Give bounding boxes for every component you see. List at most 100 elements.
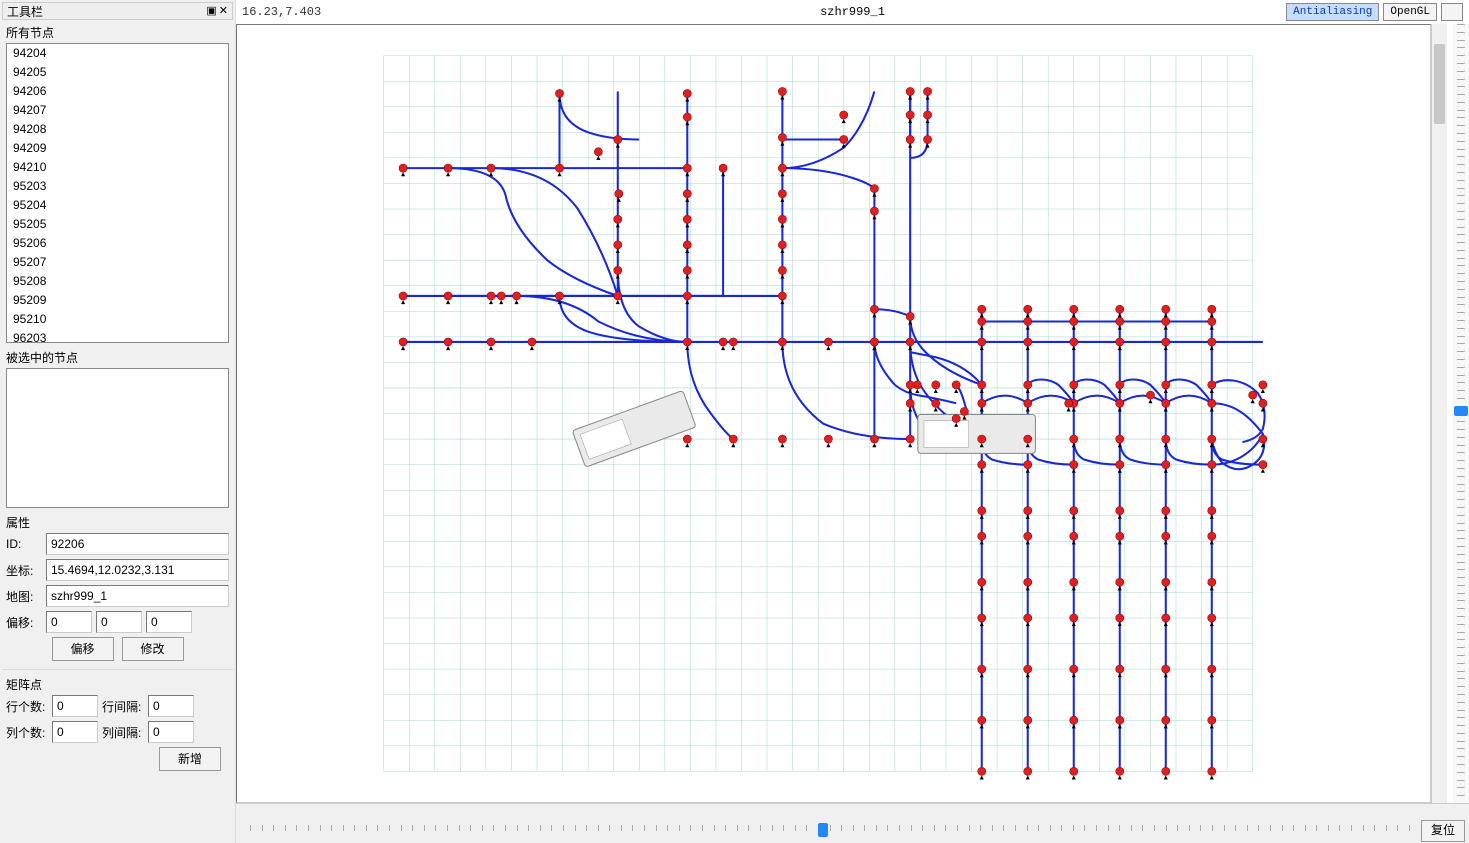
map-node[interactable]	[978, 532, 986, 540]
map-node[interactable]	[1070, 507, 1078, 515]
modify-button[interactable]: 修改	[122, 637, 184, 661]
map-node[interactable]	[906, 381, 914, 389]
map-node[interactable]	[1116, 317, 1124, 325]
row-count-input[interactable]	[52, 695, 98, 717]
map-node[interactable]	[729, 338, 737, 346]
node-list[interactable]: 9420494205942069420794208942099421095203…	[6, 43, 229, 343]
map-node[interactable]	[1024, 767, 1032, 775]
map-node[interactable]	[932, 381, 940, 389]
map-node[interactable]	[1116, 461, 1124, 469]
map-node[interactable]	[1208, 399, 1216, 407]
map-node[interactable]	[614, 241, 622, 249]
map-node[interactable]	[399, 338, 407, 346]
map-node[interactable]	[870, 207, 878, 215]
node-list-item[interactable]: 94208	[7, 120, 228, 139]
map-node[interactable]	[719, 164, 727, 172]
map-node[interactable]	[1208, 338, 1216, 346]
map-input[interactable]	[46, 585, 229, 607]
map-node[interactable]	[1024, 614, 1032, 622]
map-node[interactable]	[1024, 317, 1032, 325]
map-node[interactable]	[1116, 338, 1124, 346]
close-icon[interactable]: ✕	[219, 6, 228, 17]
node-list-item[interactable]: 94205	[7, 63, 228, 82]
map-node[interactable]	[487, 292, 495, 300]
node-list-item[interactable]: 95209	[7, 291, 228, 310]
map-node[interactable]	[487, 338, 495, 346]
node-list-item[interactable]: 94207	[7, 101, 228, 120]
map-node[interactable]	[1162, 305, 1170, 313]
add-button[interactable]: 新增	[159, 747, 221, 771]
map-node[interactable]	[1116, 305, 1124, 313]
map-node[interactable]	[719, 338, 727, 346]
map-node[interactable]	[1208, 767, 1216, 775]
map-node[interactable]	[1070, 381, 1078, 389]
map-node[interactable]	[978, 435, 986, 443]
map-node[interactable]	[1208, 578, 1216, 586]
map-node[interactable]	[906, 435, 914, 443]
map-node[interactable]	[1024, 381, 1032, 389]
map-node[interactable]	[594, 148, 602, 156]
map-node[interactable]	[978, 716, 986, 724]
map-node[interactable]	[870, 305, 878, 313]
map-node[interactable]	[824, 338, 832, 346]
map-node[interactable]	[1070, 338, 1078, 346]
vertical-scrollbar[interactable]	[1431, 24, 1447, 803]
map-node[interactable]	[1208, 305, 1216, 313]
map-node[interactable]	[778, 215, 786, 223]
coord-input[interactable]	[46, 559, 229, 581]
map-node[interactable]	[1024, 435, 1032, 443]
map-node[interactable]	[1116, 716, 1124, 724]
node-list-item[interactable]: 94209	[7, 139, 228, 158]
horizontal-scrollbar[interactable]	[236, 803, 1469, 819]
map-node[interactable]	[1162, 614, 1170, 622]
offset-y-input[interactable]	[96, 611, 142, 633]
map-node[interactable]	[952, 415, 960, 423]
map-node[interactable]	[1116, 578, 1124, 586]
map-node[interactable]	[778, 190, 786, 198]
map-node[interactable]	[444, 338, 452, 346]
map-node[interactable]	[399, 164, 407, 172]
map-node[interactable]	[1208, 317, 1216, 325]
map-node[interactable]	[978, 507, 986, 515]
map-node[interactable]	[683, 292, 691, 300]
col-count-input[interactable]	[52, 721, 98, 743]
map-node[interactable]	[906, 87, 914, 95]
map-node[interactable]	[1024, 338, 1032, 346]
map-node[interactable]	[1070, 532, 1078, 540]
map-node[interactable]	[960, 407, 968, 415]
node-list-item[interactable]: 95203	[7, 177, 228, 196]
map-node[interactable]	[1208, 507, 1216, 515]
offset-button[interactable]: 偏移	[52, 637, 114, 661]
map-node[interactable]	[1259, 381, 1267, 389]
map-node[interactable]	[1162, 716, 1170, 724]
node-list-item[interactable]: 95205	[7, 215, 228, 234]
map-node[interactable]	[683, 241, 691, 249]
map-node[interactable]	[683, 190, 691, 198]
node-list-item[interactable]: 95204	[7, 196, 228, 215]
map-node[interactable]	[1024, 461, 1032, 469]
node-list-item[interactable]: 95208	[7, 272, 228, 291]
map-node[interactable]	[1024, 399, 1032, 407]
map-node[interactable]	[978, 399, 986, 407]
map-node[interactable]	[1116, 614, 1124, 622]
map-node[interactable]	[1259, 399, 1267, 407]
map-node[interactable]	[1070, 305, 1078, 313]
map-node[interactable]	[1070, 716, 1078, 724]
map-node[interactable]	[923, 87, 931, 95]
map-node[interactable]	[1024, 532, 1032, 540]
map-node[interactable]	[1116, 399, 1124, 407]
map-node[interactable]	[555, 89, 563, 97]
map-node[interactable]	[1162, 317, 1170, 325]
node-list-item[interactable]: 96203	[7, 329, 228, 343]
map-node[interactable]	[1162, 338, 1170, 346]
map-node[interactable]	[1065, 399, 1073, 407]
map-node[interactable]	[1024, 507, 1032, 515]
id-input[interactable]	[46, 533, 229, 555]
map-node[interactable]	[615, 190, 623, 198]
map-node[interactable]	[1162, 532, 1170, 540]
map-node[interactable]	[444, 292, 452, 300]
zoom-vertical-slider[interactable]	[1453, 24, 1469, 803]
map-node[interactable]	[512, 292, 520, 300]
map-node[interactable]	[906, 135, 914, 143]
map-node[interactable]	[978, 381, 986, 389]
